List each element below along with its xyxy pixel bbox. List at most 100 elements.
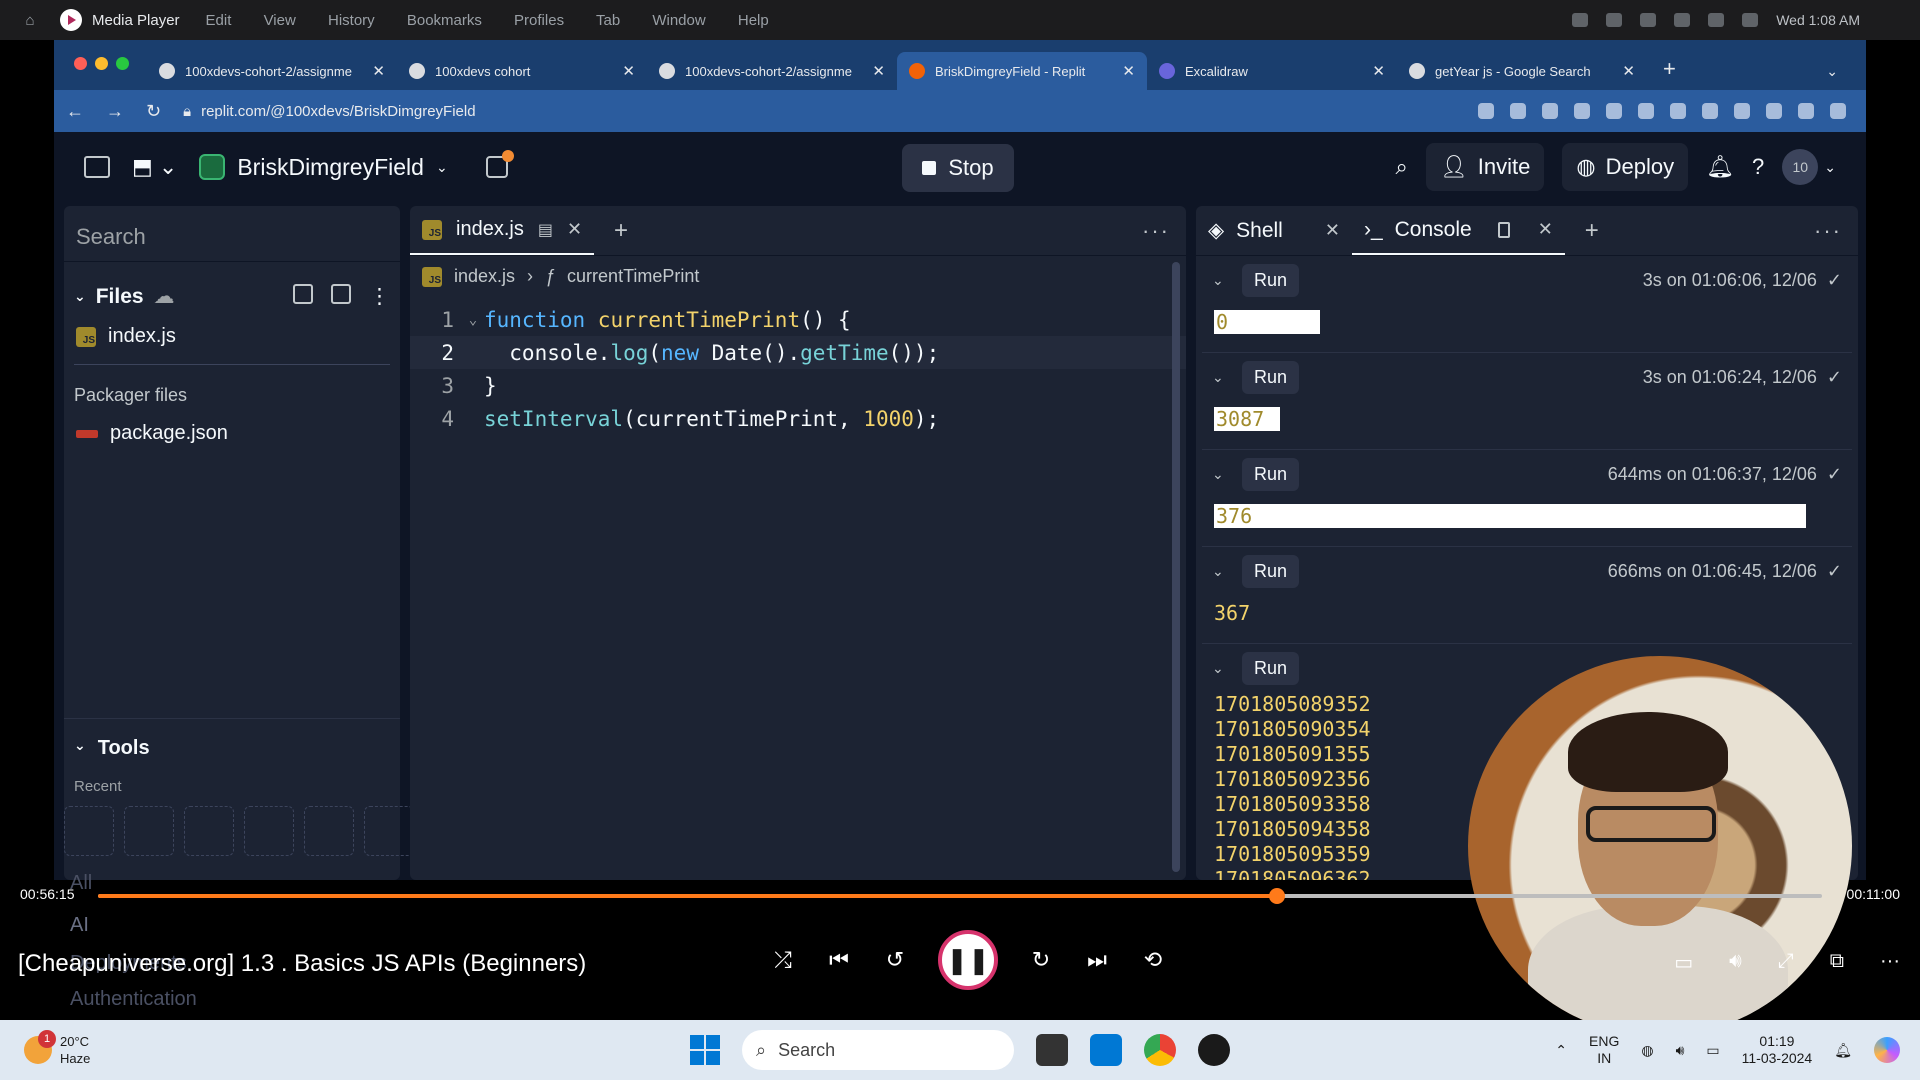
code-line[interactable]: 1 ⌄ function currentTimePrint() { — [410, 303, 1186, 336]
repeat-icon[interactable]: ⟲ — [1140, 947, 1166, 973]
files-section-header[interactable]: ⌄ Files ☁︎ ⋮ — [64, 262, 400, 309]
copilot-icon[interactable] — [1874, 1037, 1900, 1063]
volume-icon[interactable]: 🔊︎ — [1676, 1042, 1685, 1059]
vscode-icon[interactable] — [1090, 1034, 1122, 1066]
bell-icon[interactable]: 🔔︎ — [1706, 154, 1734, 180]
next-icon[interactable]: ⏭︎ — [1084, 947, 1110, 973]
close-tab-icon[interactable]: ✕ — [567, 219, 582, 240]
tray-icon[interactable] — [1640, 13, 1657, 27]
menu-bookmarks[interactable]: Bookmarks — [407, 12, 482, 29]
browser-tab[interactable]: Excalidraw ✕ — [1147, 52, 1397, 90]
pause-button[interactable]: ❚❚ — [938, 930, 998, 990]
file-item-package-json[interactable]: package.json — [64, 406, 400, 445]
browser-tab[interactable]: 100xdevs-cohort-2/assignme ✕ — [647, 52, 897, 90]
windows-start-icon[interactable] — [690, 1035, 720, 1065]
rewind-10-icon[interactable]: ↺ — [882, 947, 908, 973]
run-header[interactable]: ⌄ Run 3s on 01:06:24, 12/06 ✓ — [1202, 353, 1852, 401]
menu-window[interactable]: Window — [652, 12, 705, 29]
trash-icon[interactable] — [1497, 221, 1510, 238]
tool-slot[interactable] — [244, 806, 294, 856]
tool-slot[interactable] — [364, 806, 414, 856]
menu-profiles[interactable]: Profiles — [514, 12, 564, 29]
previous-icon[interactable]: ⏮︎ — [826, 947, 852, 973]
code-area[interactable]: 1 ⌄ function currentTimePrint() {2 console… — [410, 297, 1186, 435]
chevron-up-icon[interactable]: ⌃ — [1555, 1042, 1567, 1059]
stop-button[interactable]: Stop — [902, 144, 1014, 192]
browser-tab[interactable]: 100xdevs cohort ✕ — [397, 52, 647, 90]
close-tab-icon[interactable]: ✕ — [622, 62, 635, 80]
deploy-button[interactable]: ◍ Deploy — [1562, 143, 1689, 191]
chevron-down-icon[interactable]: ⌄ — [1212, 369, 1242, 386]
menu-edit[interactable]: Edit — [206, 12, 232, 29]
bookmark-star-icon[interactable] — [1574, 103, 1590, 119]
chevron-down-icon[interactable]: ⌄ — [1212, 660, 1242, 677]
browser-tab[interactable]: getYear js - Google Search ✕ — [1397, 52, 1647, 90]
chrome-icon[interactable] — [1144, 1034, 1176, 1066]
back-arrow-icon[interactable]: ← — [66, 101, 84, 122]
more-options-icon[interactable]: ··· — [1880, 950, 1900, 975]
miniplayer-icon[interactable]: ⧉ — [1830, 950, 1844, 975]
close-tab-icon[interactable]: ✕ — [372, 62, 385, 80]
tools-section-header[interactable]: ⌄ Tools — [64, 718, 400, 760]
run-header[interactable]: ⌄ Run 644ms on 01:06:37, 12/06 ✓ — [1202, 450, 1852, 498]
forward-30-icon[interactable]: ↻ — [1028, 947, 1054, 973]
seek-handle[interactable] — [1269, 888, 1286, 904]
download-icon[interactable] — [1734, 103, 1750, 119]
tab-index-js[interactable]: JS index.js ▤ ✕ — [410, 206, 595, 255]
network-icon[interactable]: ◍ — [1641, 1042, 1653, 1059]
extension-icon[interactable] — [1638, 103, 1654, 119]
home-icon[interactable]: ⌂ — [0, 12, 60, 29]
tool-slot[interactable] — [304, 806, 354, 856]
reload-icon[interactable]: ↻ — [146, 101, 161, 122]
close-tab-icon[interactable]: ✕ — [1325, 220, 1340, 241]
puzzle-icon[interactable] — [1702, 103, 1718, 119]
replit-logo-icon[interactable]: ⬒ ⌄ — [132, 154, 177, 180]
tray-icon[interactable] — [1572, 13, 1589, 27]
tab-shell[interactable]: ◈ Shell ✕ — [1196, 206, 1352, 255]
new-tab-button[interactable]: + — [1647, 56, 1692, 90]
more-options-icon[interactable]: ··· — [1142, 218, 1186, 244]
chevron-down-icon[interactable]: ⌄ — [1212, 272, 1242, 289]
subtitles-icon[interactable]: ▭ — [1674, 950, 1693, 975]
extension-icon[interactable] — [1606, 103, 1622, 119]
new-folder-icon[interactable] — [331, 284, 351, 304]
zoom-icon[interactable] — [1510, 103, 1526, 119]
bell-icon[interactable]: 🔔︎ — [1834, 1042, 1852, 1059]
document-icon[interactable]: ▤ — [538, 220, 553, 240]
browser-tab-active[interactable]: BriskDimgreyField - Replit ✕ — [897, 52, 1147, 90]
run-header[interactable]: ⌄ Run 666ms on 01:06:45, 12/06 ✓ — [1202, 547, 1852, 595]
toggle-sidebar-icon[interactable] — [84, 156, 110, 178]
fold-chevron-icon[interactable]: ⌄ — [462, 312, 484, 328]
code-line[interactable]: 2 console. log(new Date(). getTime ()); — [410, 336, 1186, 369]
tray-icon[interactable] — [1674, 13, 1691, 27]
sidebar-icon[interactable] — [1766, 103, 1782, 119]
taskbar-search[interactable]: ⌕ Search — [742, 1030, 1014, 1070]
invite-button[interactable]: 👤︎ Invite — [1425, 143, 1545, 191]
tool-slot[interactable] — [64, 806, 114, 856]
new-file-icon[interactable] — [293, 284, 313, 304]
tool-slot[interactable] — [184, 806, 234, 856]
search-icon[interactable] — [1742, 13, 1759, 27]
wifi-icon[interactable] — [1708, 13, 1725, 27]
close-tab-icon[interactable]: ✕ — [872, 62, 885, 80]
user-menu[interactable]: 10 ⌄ — [1782, 149, 1836, 185]
chevron-down-icon[interactable]: ⌄ — [1212, 563, 1242, 580]
tray-icon[interactable] — [1606, 13, 1623, 27]
kebab-menu-icon[interactable]: ⋮ — [369, 284, 390, 309]
fullscreen-icon[interactable]: ⤢ — [1778, 950, 1794, 975]
url-field[interactable]: 🔒︎ replit.com/@100xdevs/BriskDimgreyFiel… — [183, 103, 1456, 120]
tool-slot[interactable] — [124, 806, 174, 856]
menu-view[interactable]: View — [264, 12, 296, 29]
breadcrumb-symbol[interactable]: currentTimePrint — [567, 266, 699, 287]
maximize-window-button[interactable] — [116, 57, 129, 70]
add-tab-button[interactable]: + — [1565, 217, 1599, 245]
tasks-icon[interactable] — [485, 150, 514, 178]
profile-avatar[interactable] — [1798, 103, 1814, 119]
close-tab-icon[interactable]: ✕ — [1122, 62, 1135, 80]
kebab-menu-icon[interactable] — [1830, 103, 1846, 119]
editor-scrollbar[interactable] — [1172, 262, 1180, 872]
shuffle-icon[interactable]: ⤮ — [770, 947, 796, 973]
minimize-window-button[interactable] — [95, 57, 108, 70]
code-line[interactable]: 4 setInterval (currentTimePrint, 1000); — [410, 402, 1186, 435]
battery-icon[interactable]: ▭ — [1706, 1042, 1719, 1059]
